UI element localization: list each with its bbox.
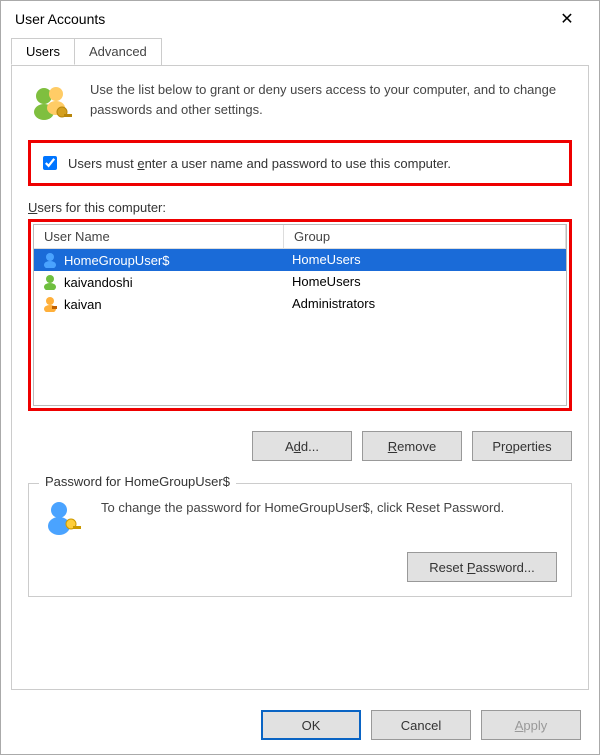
key-user-icon: [43, 498, 87, 542]
remove-button[interactable]: Remove: [362, 431, 462, 461]
tab-bar: Users Advanced: [11, 38, 589, 66]
intro-text: Use the list below to grant or deny user…: [90, 80, 572, 128]
table-row[interactable]: kaivandoshi HomeUsers: [34, 271, 566, 293]
table-row[interactable]: HomeGroupUser$ HomeUsers: [34, 249, 566, 271]
reset-password-button[interactable]: Reset Password...: [407, 552, 557, 582]
require-login-row: Users must enter a user name and passwor…: [28, 140, 572, 186]
group-cell: HomeUsers: [284, 274, 566, 290]
close-icon[interactable]: ✕: [547, 9, 587, 29]
password-section-legend: Password for HomeGroupUser$: [39, 474, 236, 489]
tab-advanced[interactable]: Advanced: [74, 38, 162, 65]
user-accounts-window: User Accounts ✕ Users Advanced Use the l…: [0, 0, 600, 755]
col-header-group[interactable]: Group: [284, 225, 566, 249]
user-icon: [42, 252, 58, 268]
window-title: User Accounts: [15, 11, 105, 27]
username-cell: HomeGroupUser$: [64, 253, 170, 268]
user-icon: [42, 296, 58, 312]
users-list-highlight: User Name Group HomeGroupUser$ HomeUsers: [28, 219, 572, 411]
tab-users[interactable]: Users: [11, 38, 75, 65]
user-buttons-row: Add... Remove Properties: [28, 431, 572, 461]
username-cell: kaivan: [64, 297, 102, 312]
group-cell: HomeUsers: [284, 252, 566, 268]
ok-button[interactable]: OK: [261, 710, 361, 740]
dialog-buttons: OK Cancel Apply: [1, 700, 599, 754]
require-login-label[interactable]: Users must enter a user name and passwor…: [68, 156, 451, 171]
intro-row: Use the list below to grant or deny user…: [28, 80, 572, 128]
add-button[interactable]: Add...: [252, 431, 352, 461]
apply-button: Apply: [481, 710, 581, 740]
col-header-username[interactable]: User Name: [34, 225, 284, 249]
cancel-button[interactable]: Cancel: [371, 710, 471, 740]
group-cell: Administrators: [284, 296, 566, 312]
titlebar: User Accounts ✕: [1, 1, 599, 37]
password-section: Password for HomeGroupUser$ To change th…: [28, 483, 572, 597]
tab-content-users: Use the list below to grant or deny user…: [11, 65, 589, 690]
users-list-header: User Name Group: [34, 225, 566, 249]
user-icon: [42, 274, 58, 290]
username-cell: kaivandoshi: [64, 275, 133, 290]
users-list-label: Users for this computer:: [28, 200, 572, 215]
table-row[interactable]: kaivan Administrators: [34, 293, 566, 315]
users-keys-icon: [28, 80, 76, 128]
require-login-checkbox[interactable]: [43, 156, 57, 170]
password-text: To change the password for HomeGroupUser…: [101, 498, 557, 542]
users-list[interactable]: User Name Group HomeGroupUser$ HomeUsers: [33, 224, 567, 406]
properties-button[interactable]: Properties: [472, 431, 572, 461]
